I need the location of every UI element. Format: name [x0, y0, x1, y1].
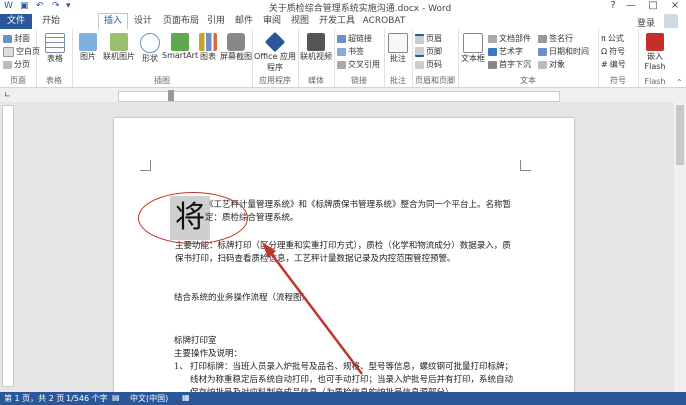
annotation-arrow [262, 242, 363, 375]
macro-icon[interactable]: ▦ [182, 393, 190, 402]
page-count-status[interactable]: 第 1 页，共 2 页 [4, 393, 64, 404]
word-count-status[interactable]: 1/546 个字 [66, 393, 108, 404]
scrollbar-thumb[interactable] [676, 105, 684, 165]
language-status[interactable]: 中文(中国) [130, 393, 168, 404]
proofing-icon[interactable]: ▤ [112, 393, 120, 402]
